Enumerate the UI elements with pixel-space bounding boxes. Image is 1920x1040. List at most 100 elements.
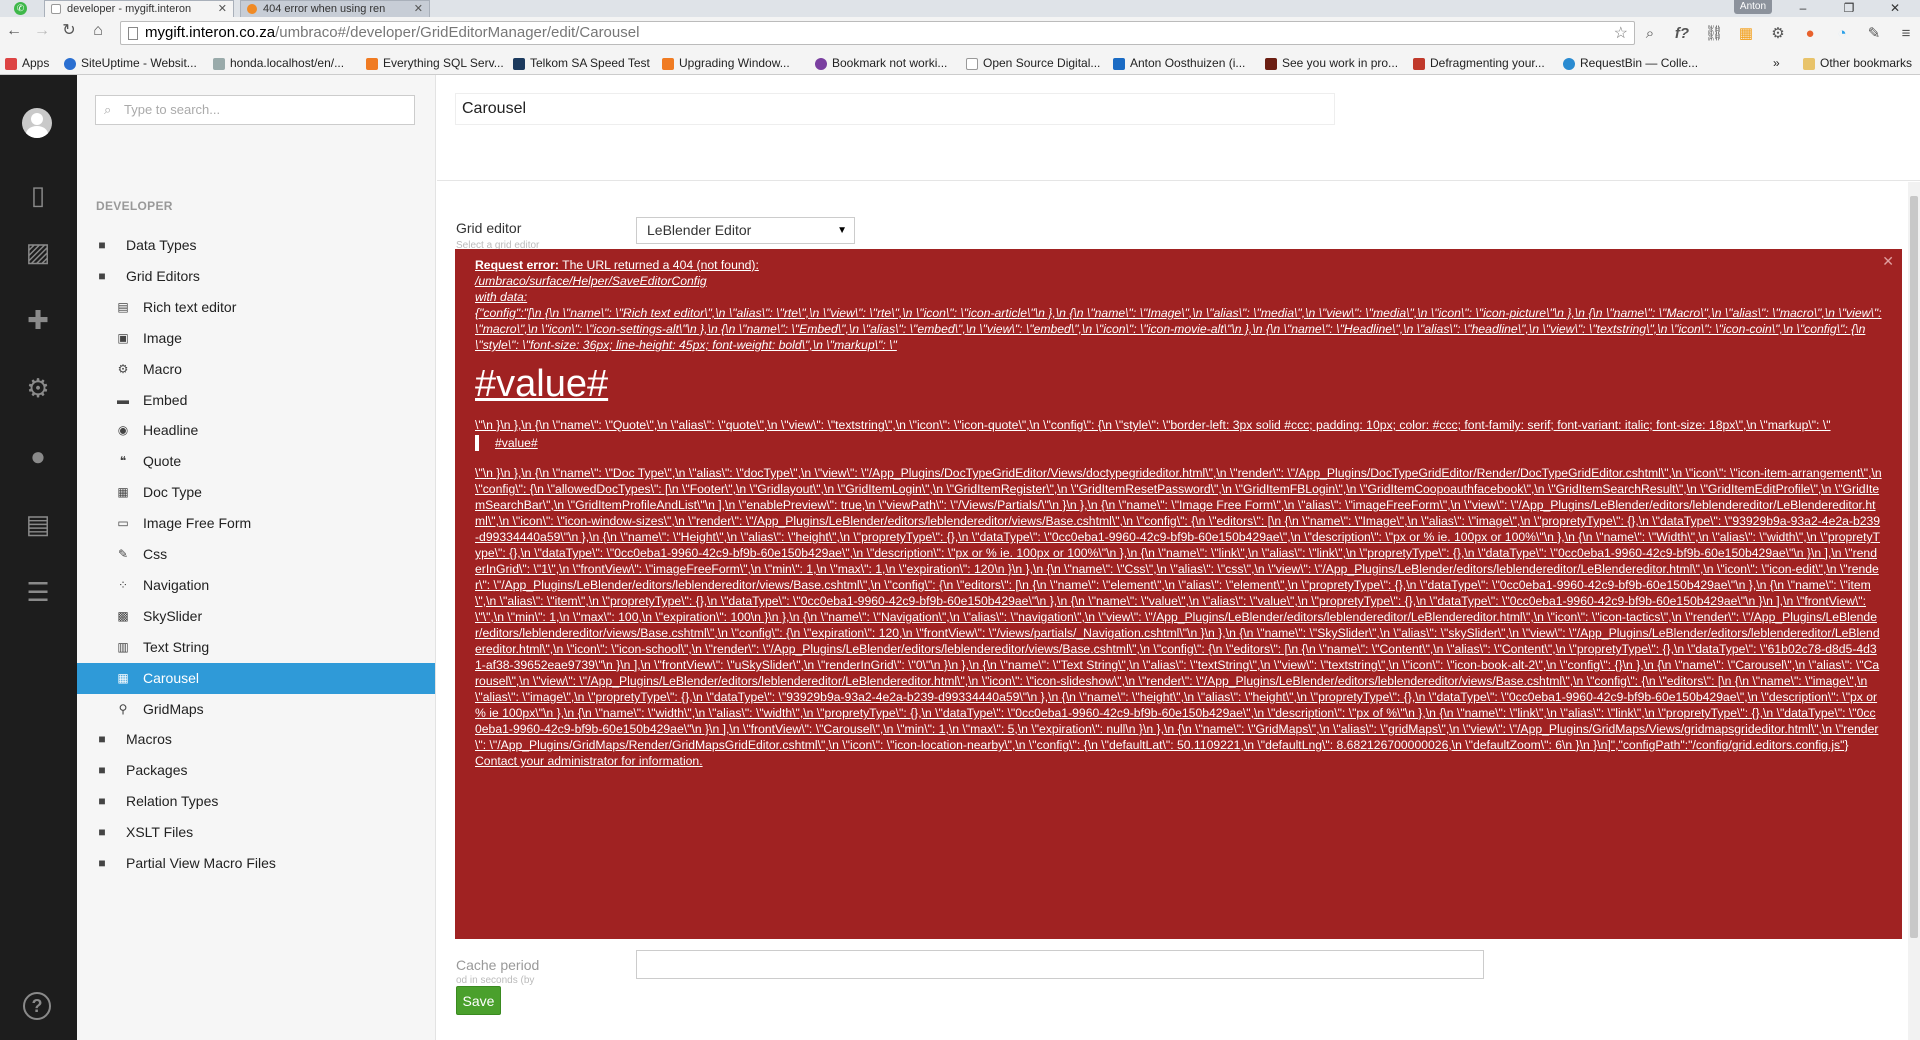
puzzle-extension-icon[interactable]: ⚙ xyxy=(1768,24,1788,44)
bookmark-apps[interactable]: Apps xyxy=(5,52,49,75)
tree-node-rich-text-editor[interactable]: ▤ Rich text editor xyxy=(77,292,435,323)
address-bar[interactable]: mygift.interon.co.za/umbraco#/developer/… xyxy=(120,21,1635,45)
chart-extension-icon[interactable]: ▦ xyxy=(1736,24,1756,44)
bookmark-item[interactable]: See you work in pro... xyxy=(1265,52,1398,75)
close-tab-icon[interactable]: ✕ xyxy=(218,1,227,17)
tree-node-data-types[interactable]: ■ Data Types xyxy=(77,230,435,261)
search-extension-icon[interactable]: ⌕ xyxy=(1640,24,1660,44)
grid-editor-select[interactable]: LeBlender Editor ▼ xyxy=(636,217,855,244)
maximize-icon[interactable]: ❐ xyxy=(1834,0,1864,17)
profile-badge[interactable]: Anton xyxy=(1734,0,1772,14)
close-tab-icon[interactable]: ✕ xyxy=(414,1,423,17)
bookmark-item[interactable]: RequestBin — Colle... xyxy=(1563,52,1698,75)
tree-node-embed[interactable]: ▬ Embed xyxy=(77,385,435,416)
whatsapp-icon[interactable]: ✆ xyxy=(14,2,27,15)
tree-node-label: Css xyxy=(143,546,168,562)
bookmark-label: Other bookmarks xyxy=(1820,56,1913,70)
search-input[interactable]: ⌕ Type to search... xyxy=(95,95,415,125)
tree-node-image[interactable]: ▣ Image xyxy=(77,323,435,354)
window-sizes-icon: ▭ xyxy=(117,516,129,531)
tree-node-relation-types[interactable]: ■ Relation Types xyxy=(77,786,435,817)
browser-tab-active[interactable]: developer - mygift.interon ✕ xyxy=(44,0,234,17)
tree-node-grid-editors[interactable]: ■ Grid Editors xyxy=(77,261,435,292)
tree-node-skyslider[interactable]: ▩ SkySlider xyxy=(77,601,435,632)
close-icon[interactable]: ✕ xyxy=(1882,253,1894,269)
cache-period-input[interactable] xyxy=(636,950,1484,979)
editor-content: Grid editor Select a grid editor LeBlend… xyxy=(437,182,1920,1040)
developer-gear-icon[interactable]: ⚙ xyxy=(20,370,56,406)
error-quote-block: #value# xyxy=(475,435,1882,451)
tree-node-navigation[interactable]: ⁘ Navigation xyxy=(77,570,435,601)
members-icon[interactable]: ▤ xyxy=(20,506,56,542)
bookmark-item[interactable]: Upgrading Window... xyxy=(662,52,790,75)
bookmark-icon xyxy=(213,58,225,70)
folder-icon: ■ xyxy=(98,794,106,809)
error-url-link[interactable]: /umbraco/surface/Helper/SaveEditorConfig xyxy=(475,274,707,288)
error-quote-value: #value# xyxy=(495,436,538,450)
other-bookmarks[interactable]: Other bookmarks xyxy=(1803,52,1912,75)
folder-icon: ■ xyxy=(98,238,106,252)
tree-node-packages[interactable]: ■ Packages xyxy=(77,755,435,786)
menu-icon[interactable]: ≡ xyxy=(1896,24,1916,44)
bookmark-item[interactable]: honda.localhost/en/... xyxy=(213,52,344,75)
tree-node-label: SkySlider xyxy=(143,607,203,624)
close-window-icon[interactable]: ✕ xyxy=(1880,0,1910,17)
timer-extension-icon[interactable]: ◔ xyxy=(1832,24,1852,44)
bookmark-item[interactable]: Bookmark not worki... xyxy=(815,52,947,75)
eyedropper-extension-icon[interactable]: ✎ xyxy=(1864,24,1884,44)
umbraco-app: ▯ ▨ ✚ ⚙ ● ▤ ☰ ? ⌕ Type to search... DEVE… xyxy=(0,75,1920,1040)
editor-header: Carousel xyxy=(437,75,1920,181)
settings-wrench-icon[interactable]: ✚ xyxy=(20,302,56,338)
tree-node-text-string[interactable]: ▥ Text String xyxy=(77,632,435,663)
scrollbar[interactable] xyxy=(1908,182,1920,1040)
forms-icon[interactable]: ☰ xyxy=(20,574,56,610)
content-icon[interactable]: ▯ xyxy=(20,177,56,213)
error-data-part1: {"config":"[\n {\n \"name\": \"Rich text… xyxy=(475,306,1882,352)
tree-node-doc-type[interactable]: ▦ Doc Type xyxy=(77,477,435,508)
help-icon[interactable]: ? xyxy=(23,992,51,1020)
home-icon[interactable]: ⌂ xyxy=(88,21,108,41)
error-footer-link[interactable]: Contact your administrator for informati… xyxy=(475,754,703,768)
tree-node-gridmaps[interactable]: ⚲ GridMaps xyxy=(77,694,435,725)
error-with-data: with data: xyxy=(475,290,528,304)
bookmark-item[interactable]: Open Source Digital... xyxy=(966,52,1100,75)
users-icon[interactable]: ● xyxy=(20,438,56,474)
article-icon: ▤ xyxy=(117,299,129,314)
bookmark-star-icon[interactable]: ☆ xyxy=(1614,23,1628,45)
scrollbar-thumb[interactable] xyxy=(1910,196,1918,938)
link-extension-icon[interactable]: ⛓ xyxy=(1704,24,1724,44)
folder-icon: ■ xyxy=(98,856,106,870)
bookmark-item[interactable]: SiteUptime - Websit... xyxy=(64,52,197,75)
avast-extension-icon[interactable]: ● xyxy=(1800,24,1820,44)
tree-node-macros[interactable]: ■ Macros xyxy=(77,724,435,755)
tree-node-xslt-files[interactable]: ■ XSLT Files xyxy=(77,817,435,848)
tree-node-carousel[interactable]: ▦ Carousel xyxy=(77,662,435,694)
bookmark-label: See you work in pro... xyxy=(1282,56,1399,70)
save-button[interactable]: Save xyxy=(456,986,501,1015)
minimize-icon[interactable]: ‒ xyxy=(1788,0,1818,17)
tree-node-css[interactable]: ✎ Css xyxy=(77,539,435,570)
browser-tab[interactable]: 404 error when using ren ✕ xyxy=(240,0,430,17)
media-icon[interactable]: ▨ xyxy=(20,234,56,270)
url-host: mygift.interon.co.za xyxy=(145,24,276,41)
tree-node-partial-view-macro-files[interactable]: ■ Partial View Macro Files xyxy=(77,848,435,879)
reload-icon[interactable]: ↻ xyxy=(59,21,79,41)
name-input[interactable]: Carousel xyxy=(455,93,1335,125)
location-icon: ⚲ xyxy=(118,701,128,716)
more-bookmarks[interactable]: » xyxy=(1773,52,1780,75)
avatar[interactable] xyxy=(22,108,52,138)
tree-node-macro[interactable]: ⚙ Macro xyxy=(77,354,435,385)
bookmark-label: RequestBin — Colle... xyxy=(1580,56,1699,70)
bookmark-item[interactable]: Defragmenting your... xyxy=(1413,52,1545,75)
back-icon[interactable]: ← xyxy=(4,21,24,41)
bookmark-label: Defragmenting your... xyxy=(1430,56,1545,70)
tree-node-quote[interactable]: ❝ Quote xyxy=(77,446,435,477)
bookmark-item[interactable]: Telkom SA Speed Test xyxy=(513,52,650,75)
function-extension-icon[interactable]: f? xyxy=(1672,24,1692,44)
picture-icon: ▣ xyxy=(117,330,129,345)
tree-node-headline[interactable]: ◉ Headline xyxy=(77,415,435,446)
bookmark-item[interactable]: Anton Oosthuizen (i... xyxy=(1113,52,1245,75)
tree-node-image-free-form[interactable]: ▭ Image Free Form xyxy=(77,508,435,539)
bookmark-item[interactable]: Everything SQL Serv... xyxy=(366,52,504,75)
forward-icon[interactable]: → xyxy=(32,21,52,41)
